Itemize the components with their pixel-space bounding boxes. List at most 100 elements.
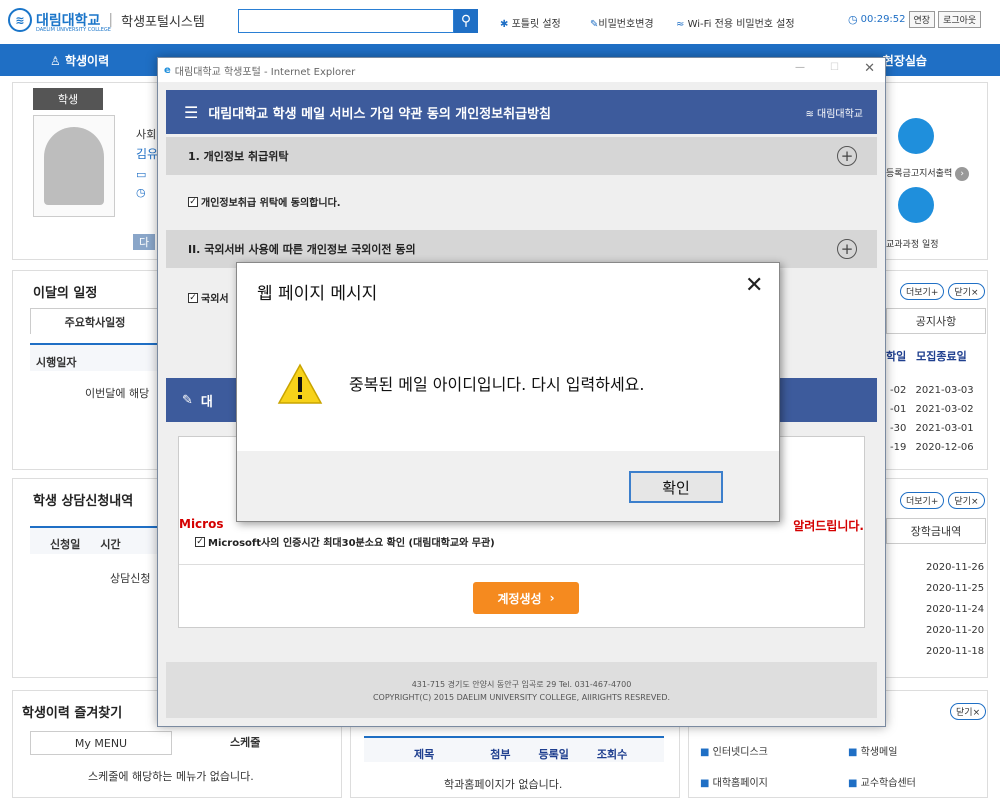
change-password-label: 비밀번호변경	[598, 19, 654, 30]
tuition-bill-link[interactable]: 등록금고지서출력 ›	[886, 166, 970, 181]
close-button[interactable]: 닫기×	[950, 703, 987, 720]
user-icon: ♙	[50, 54, 61, 68]
logo-subtitle: DAELIM UNIVERSITY COLLEGE	[36, 27, 111, 33]
wifi-icon: ≈	[676, 19, 685, 30]
counsel-title: 학생 상담신청내역	[33, 494, 134, 509]
expand-icon[interactable]: +	[837, 239, 857, 259]
confirm-auth-time-checkbox[interactable]: ✓ Microsoft사의 인증시간 최대30분소요 확인 (대림대학교와 무관…	[195, 534, 495, 549]
close-button[interactable]: 닫기×	[948, 492, 985, 509]
minimize-icon[interactable]: —	[795, 62, 805, 73]
list-item[interactable]: 2020-11-18	[926, 641, 984, 662]
list-item[interactable]: 2020-11-26	[926, 557, 984, 578]
list-item[interactable]: -02 2021-03-03	[890, 381, 974, 400]
list-item[interactable]: -30 2021-03-01	[890, 419, 974, 438]
university-logo[interactable]: ≋ 대림대학교 DAELIM UNIVERSITY COLLEGE | 학생포털…	[8, 8, 205, 33]
list-item[interactable]: 2020-11-25	[926, 578, 984, 599]
profile-button[interactable]: 다	[133, 234, 155, 250]
row-end: 2020-12-06	[915, 442, 974, 453]
link-student-mail[interactable]: ■ 학생메일	[848, 743, 897, 758]
header-logo: ≋ 대림대학교	[805, 108, 863, 120]
ok-button[interactable]: 확인	[629, 471, 723, 503]
chevron-right-icon: ›	[549, 591, 555, 605]
create-account-button[interactable]: 계정생성 ›	[473, 582, 579, 614]
notice-text-left: Micros	[179, 517, 224, 531]
terms-title: 대림대학교 학생 메일 서비스 가입 약관 동의 개인정보취급방침	[208, 106, 551, 122]
tab-my-menu[interactable]: My MENU	[30, 731, 172, 755]
curriculum-icon[interactable]	[898, 187, 934, 223]
profile-button-label: 다	[138, 236, 150, 249]
search-input[interactable]	[238, 9, 454, 33]
column-header-attach: 첨부	[490, 748, 511, 761]
favorites-title: 학생이력 즐겨찾기	[22, 706, 123, 721]
dialog-title: 웹 페이지 메시지	[257, 284, 378, 304]
link-label: 인터넷디스크	[712, 747, 768, 758]
tab-schedule[interactable]: 스케줄	[230, 734, 260, 750]
checkbox-label: 개인정보취급 위탁에 동의합니다.	[201, 198, 341, 209]
portlet-settings-link[interactable]: ✱ 포틀릿 설정	[500, 15, 561, 30]
column-label: 학일	[886, 350, 907, 363]
system-title: 학생포털시스템	[121, 14, 205, 30]
close-button[interactable]: 닫기×	[948, 283, 985, 300]
row-end: 2021-03-02	[915, 404, 974, 415]
divider: |	[108, 12, 114, 28]
list-item[interactable]: -19 2020-12-06	[890, 438, 974, 457]
checkbox-checked-icon[interactable]: ✓	[195, 536, 205, 547]
nav-label: 학생이력	[64, 54, 110, 68]
curriculum-link[interactable]: 교과과정 일정	[886, 237, 939, 250]
link-teaching-center[interactable]: ■ 교수학습센터	[848, 774, 916, 789]
list-item[interactable]: -01 2021-03-02	[890, 400, 974, 419]
create-account-label: 계정생성	[497, 591, 542, 606]
checkbox-label: Microsoft사의 인증시간 최대30분소요 확인 (대림대학교와 무관)	[208, 538, 495, 549]
wifi-password-link[interactable]: ≈ Wi-Fi 전용 비밀번호 설정	[676, 15, 795, 30]
row-end: 2021-03-03	[915, 385, 974, 396]
agree-outsourcing-checkbox[interactable]: ✓ 개인정보취급 위탁에 동의합니다.	[188, 194, 341, 209]
ie-title: 대림대학교 학생포털 - Internet Explorer	[174, 66, 356, 78]
checkbox-checked-icon[interactable]: ✓	[188, 292, 198, 303]
more-button[interactable]: 더보기+	[900, 492, 945, 509]
checkbox-checked-icon[interactable]: ✓	[188, 196, 198, 207]
tuition-bill-icon[interactable]	[898, 118, 934, 154]
link-internet-disk[interactable]: ■ 인터넷디스크	[700, 743, 768, 758]
link-univ-home[interactable]: ■ 대학홈페이지	[700, 774, 768, 789]
close-icon[interactable]: ✕	[745, 273, 763, 298]
extend-button[interactable]: 연장	[908, 11, 936, 28]
schedule-controls: 더보기+ 닫기×	[900, 283, 985, 300]
list-item[interactable]: 2020-11-20	[926, 620, 984, 641]
nav-label: 현장실습	[882, 54, 927, 68]
footer-copyright: COPYRIGHT(C) 2015 DAELIM UNIVERSITY COLL…	[372, 693, 671, 702]
logout-button[interactable]: 로그아웃	[938, 11, 982, 28]
session-timer: ◷ 00:29:52 연장 로그아웃	[848, 11, 982, 28]
change-password-link[interactable]: ✎비밀번호변경	[590, 15, 654, 30]
dept-table-empty: 학과홈페이지가 없습니다.	[444, 778, 563, 791]
close-label: 닫기	[956, 708, 973, 718]
tab-academic-schedule[interactable]: 주요학사일정	[30, 308, 160, 334]
nav-student-history[interactable]: ♙ 학생이력	[50, 52, 109, 69]
wifi-password-label: Wi-Fi 전용 비밀번호 설정	[687, 19, 795, 30]
counsel-header: 신청일 시간	[30, 526, 160, 554]
counsel-controls: 더보기+ 닫기×	[900, 492, 985, 509]
profile-tab[interactable]: 학생	[33, 88, 103, 110]
document-icon: ☰	[184, 102, 199, 122]
more-label: 더보기	[906, 288, 931, 298]
clock-icon: ◷	[136, 186, 146, 199]
timer-value: 00:29:52	[860, 14, 906, 25]
list-item[interactable]: 2020-11-24	[926, 599, 984, 620]
section-privacy-outsourcing[interactable]: 1. 개인정보 취급위탁 +	[166, 137, 877, 175]
tab-scholarship[interactable]: 장학금내역	[886, 518, 986, 544]
section-title: 대	[200, 394, 213, 410]
arrow-right-icon: ›	[955, 167, 970, 181]
profile-department: 사회	[136, 128, 157, 141]
schedule-empty-text: 이번달에 해당	[85, 387, 150, 400]
more-button[interactable]: 더보기+	[900, 283, 945, 300]
terms-header: ☰ 대림대학교 학생 메일 서비스 가입 약관 동의 개인정보취급방침 ≋ 대림…	[166, 90, 877, 134]
search-button[interactable]: ⚲	[454, 9, 478, 33]
close-icon[interactable]: ✕	[864, 61, 875, 76]
section-title: 1. 개인정보 취급위탁	[188, 150, 289, 163]
agree-overseas-checkbox[interactable]: ✓ 국외서	[188, 290, 229, 305]
expand-icon[interactable]: +	[837, 146, 857, 166]
link-label: 교수학습센터	[860, 778, 916, 789]
university-emblem-icon: ≋	[8, 8, 32, 32]
column-header-date: 등록일	[538, 748, 569, 761]
maximize-icon[interactable]: ☐	[830, 62, 839, 73]
tab-notice[interactable]: 공지사항	[886, 308, 986, 334]
